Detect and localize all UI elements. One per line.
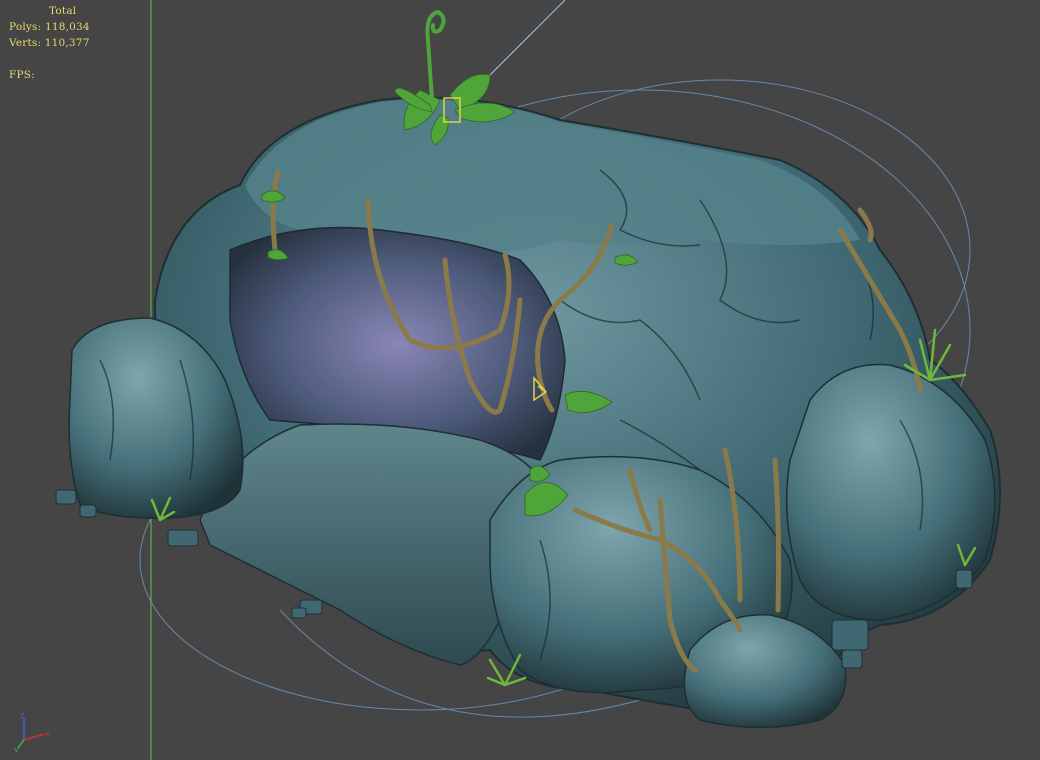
polys-label: Polys: <box>9 21 42 33</box>
axis-gizmo-icon: z x y <box>14 712 50 752</box>
fern-sprout <box>425 9 446 102</box>
viewport-stats: Total Polys: 118,034 Verts: 110,377 FPS: <box>9 3 90 83</box>
fps-label: FPS: <box>9 69 35 81</box>
x-axis-label: x <box>45 729 50 738</box>
z-axis-label: z <box>20 712 24 720</box>
stats-title: Total <box>49 5 77 17</box>
3d-viewport[interactable]: Total Polys: 118,034 Verts: 110,377 FPS:… <box>0 0 1040 760</box>
scene-render[interactable] <box>0 0 1040 760</box>
stats-polys: Polys: 118,034 <box>9 19 90 35</box>
x-axis-line <box>23 733 45 741</box>
polys-value: 118,034 <box>44 21 90 33</box>
verts-value: 110,377 <box>44 37 90 49</box>
y-axis-line <box>17 739 25 749</box>
y-axis-label: y <box>14 745 19 752</box>
stats-fps: FPS: <box>9 67 90 83</box>
verts-label: Verts: <box>9 37 42 49</box>
stats-verts: Verts: 110,377 <box>9 35 90 51</box>
